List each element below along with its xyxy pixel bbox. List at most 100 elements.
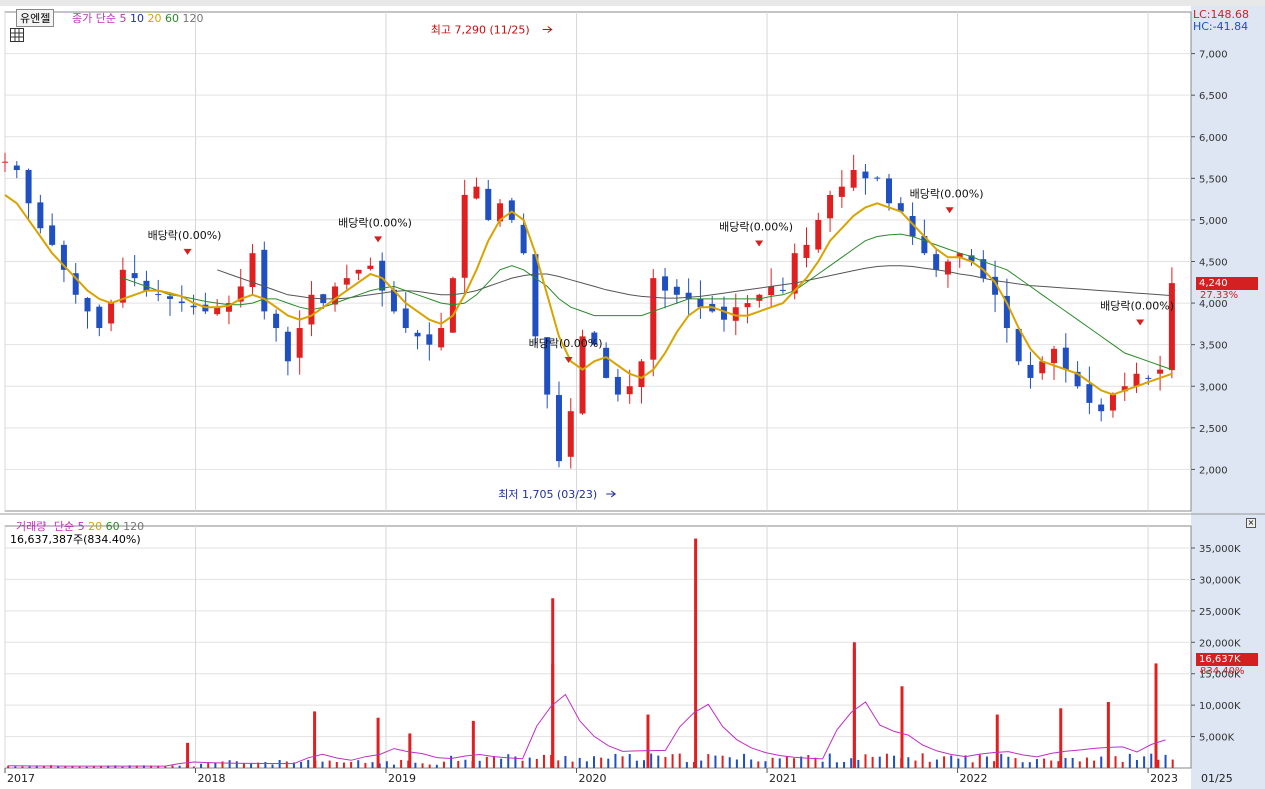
ma20-line — [4, 194, 1173, 396]
volume-bar — [643, 760, 646, 768]
volume-bar — [1143, 756, 1146, 768]
volume-spike-bar — [646, 714, 650, 768]
volume-bar — [507, 754, 510, 768]
ex-dividend-annotation: 배당락(0.00%) — [1100, 300, 1174, 313]
x-axis-label: 2019 — [388, 772, 416, 785]
price-tick-label: 4,500 — [1199, 258, 1228, 269]
candle-body — [756, 294, 763, 301]
high-arrow — [542, 26, 553, 33]
candle-body — [508, 200, 515, 220]
grid-icon-glyph — [11, 29, 23, 41]
volume-bar — [328, 760, 331, 768]
volume-bar — [771, 757, 774, 768]
volume-bar — [621, 756, 624, 768]
volume-bar — [850, 758, 853, 768]
volume-tick-label: 5,000K — [1199, 733, 1235, 744]
volume-bar — [1043, 758, 1046, 768]
volume-bar — [385, 761, 388, 768]
candle-body — [261, 249, 268, 312]
candle-body — [167, 296, 174, 299]
x-axis-label: 2018 — [198, 772, 226, 785]
candle-body — [650, 278, 657, 360]
price-legend-label: 종가 단순 — [72, 12, 116, 25]
volume-bar — [871, 756, 874, 768]
candle-body — [367, 265, 374, 269]
price-tick-label: 6,500 — [1199, 91, 1228, 102]
volume-bar — [1014, 758, 1017, 768]
volume-bar — [743, 753, 746, 768]
volume-bar — [714, 755, 717, 768]
volume-bar — [885, 753, 888, 768]
current-price-badge: 4,240 — [1196, 277, 1258, 290]
volume-bar — [528, 757, 531, 768]
volume-spike-bar — [551, 598, 555, 768]
volume-bar — [878, 756, 881, 768]
volume-bar — [585, 761, 588, 768]
low-arrow — [606, 490, 617, 498]
candle-body — [779, 289, 786, 291]
volume-bar — [228, 760, 231, 768]
volume-bar — [828, 753, 831, 768]
candle-body — [273, 313, 280, 329]
volume-bar-group — [7, 538, 1174, 768]
close-icon[interactable]: × — [1246, 518, 1256, 528]
volume-bar — [721, 755, 724, 768]
volume-tick-label: 10,000K — [1199, 701, 1241, 712]
volume-bar — [28, 766, 31, 768]
candle-body — [49, 225, 56, 245]
lc-hc-box: LC:148.68 HC:-41.84 — [1193, 9, 1249, 33]
volume-bar — [207, 762, 210, 768]
volume-bar — [192, 766, 195, 768]
chart-canvas[interactable]: 7,0006,5006,0005,5005,0004,5004,0003,500… — [0, 6, 1265, 789]
volume-bar — [964, 755, 967, 768]
candle-body — [1157, 369, 1164, 374]
volume-bar — [307, 759, 310, 768]
volume-spike-bar — [408, 733, 412, 768]
volume-bar — [678, 753, 681, 768]
volume-bar — [1035, 759, 1038, 768]
volume-tick-label: 30,000K — [1199, 575, 1241, 586]
candle-body — [626, 386, 633, 395]
volume-bar — [200, 763, 203, 768]
x-axis-label: 2023 — [1150, 772, 1178, 785]
price-tick-label: 2,000 — [1199, 465, 1228, 476]
volume-tick-label: 35,000K — [1199, 544, 1241, 555]
volume-bar — [635, 760, 638, 768]
volume-bar — [657, 755, 660, 768]
volume-bar — [971, 762, 974, 768]
volume-bar — [371, 762, 374, 768]
ex-dividend-marker — [945, 207, 954, 214]
candle-body — [155, 294, 162, 296]
candle-body — [1086, 384, 1093, 403]
candle-body — [355, 269, 362, 274]
volume-bar — [785, 756, 788, 768]
volume-bar — [542, 754, 545, 768]
candle-body — [1168, 283, 1175, 371]
candle-body — [25, 169, 32, 204]
candle-body — [638, 361, 645, 388]
volume-bar — [357, 760, 360, 768]
volume-spike-bar — [313, 711, 317, 768]
x-axis-label: 01/25 — [1201, 772, 1233, 785]
volume-bar — [857, 759, 860, 768]
stock-name-label[interactable]: 유엔젤 — [16, 9, 55, 27]
volume-bar — [1150, 753, 1153, 768]
ex-dividend-marker — [374, 236, 383, 243]
volume-bar — [442, 761, 445, 768]
volume-bar — [814, 757, 817, 768]
volume-bar — [1064, 758, 1067, 768]
price-legend-ma120: 120 — [182, 12, 204, 25]
volume-bar — [1171, 759, 1174, 768]
ex-dividend-annotation: 배당락(0.00%) — [338, 216, 412, 229]
volume-bar — [807, 755, 810, 768]
volume-bar — [1085, 757, 1088, 768]
volume-bar — [171, 765, 174, 768]
grid-icon[interactable] — [10, 28, 24, 42]
volume-bar — [993, 761, 996, 768]
candle-body — [1145, 377, 1152, 379]
volume-bar — [221, 761, 224, 768]
volume-bar — [121, 766, 124, 768]
volume-bar — [285, 761, 288, 768]
ex-dividend-annotation: 배당락(0.00%) — [529, 337, 603, 350]
volume-bar — [335, 762, 338, 768]
